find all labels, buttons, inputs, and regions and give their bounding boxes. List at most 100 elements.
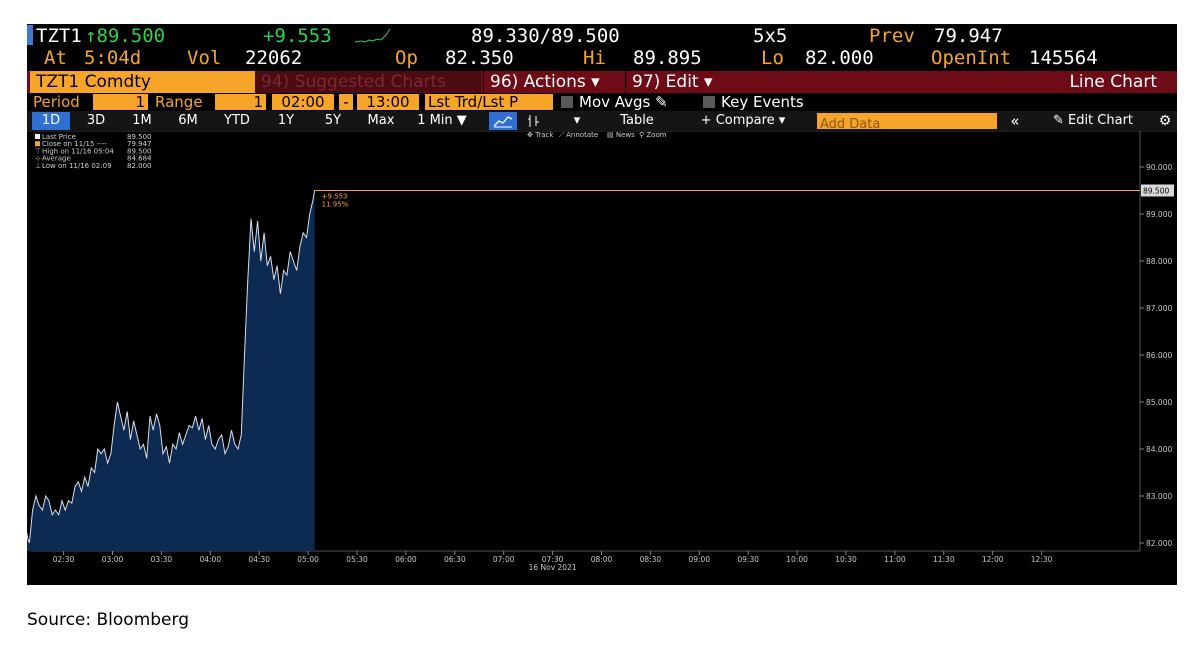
range-5y[interactable]: 5Y xyxy=(314,112,352,130)
chart-style-dropdown[interactable]: ▾ xyxy=(567,112,587,130)
x-tick-label: 06:00 xyxy=(395,555,417,564)
x-tick-label: 05:00 xyxy=(297,555,319,564)
x-tick-label: 02:30 xyxy=(53,555,75,564)
y-tick-label: 88.000 xyxy=(1146,257,1172,266)
y-tick-label: 89.000 xyxy=(1146,210,1172,219)
legend-swatch xyxy=(35,141,40,147)
x-tick-label: 11:30 xyxy=(933,555,955,564)
hi-value: 89.895 xyxy=(633,47,702,69)
security-field[interactable]: TZT1 Comdty xyxy=(30,71,255,93)
table-button[interactable]: Table xyxy=(597,112,677,130)
x-axis: 02:30 03:00 03:30 04:00 04:30 05:00 05:30 06:00… xyxy=(53,551,1053,572)
suggested-charts-menu[interactable]: 94) Suggested Charts xyxy=(255,71,481,93)
x-date-label: 16 Nov 2021 xyxy=(529,563,577,572)
range-ytd[interactable]: YTD xyxy=(215,112,259,130)
range-label: Range xyxy=(155,93,203,111)
hi-label: Hi xyxy=(583,47,606,69)
news-tool[interactable]: ▤ News xyxy=(607,131,635,139)
mov-avgs-toggle[interactable]: Mov Avgs ✎ xyxy=(561,93,668,111)
at-label: At xyxy=(44,47,67,69)
range-3d[interactable]: 3D xyxy=(77,112,115,130)
net-change: +9.553 xyxy=(263,25,332,47)
period-input[interactable]: 1 xyxy=(93,94,148,110)
legend-value: 82.000 xyxy=(127,162,152,170)
y-tick-label: 90.000 xyxy=(1146,163,1172,172)
gear-icon[interactable]: ⚙ xyxy=(1155,112,1175,130)
x-tick-label: 08:30 xyxy=(640,555,662,564)
legend-label: Low on 11/16 02:09 xyxy=(42,162,112,170)
y-tick-label: 86.000 xyxy=(1146,351,1172,360)
range-dash: - xyxy=(339,94,353,110)
price-area-fill xyxy=(27,190,315,551)
x-tick-label: 12:30 xyxy=(1031,555,1053,564)
x-tick-label: 12:00 xyxy=(982,555,1004,564)
interval-select[interactable]: 1 Min ▼ xyxy=(407,112,477,130)
openint-label: OpenInt xyxy=(931,47,1012,69)
x-tick-label: 09:30 xyxy=(737,555,759,564)
chart-annotation: +9.55311.95% xyxy=(322,193,349,209)
line-chart-icon[interactable] xyxy=(489,112,517,130)
change-annotation: +9.553 xyxy=(322,193,348,201)
y-tick-label: 85.000 xyxy=(1146,398,1172,407)
bid-ask: 89.330/89.500 xyxy=(471,25,620,47)
x-tick-label: 05:30 xyxy=(346,555,368,564)
x-tick-label: 06:30 xyxy=(444,555,466,564)
x-tick-label: 07:00 xyxy=(493,555,515,564)
end-time-input[interactable]: 13:00 xyxy=(357,94,419,110)
range-max[interactable]: Max xyxy=(359,112,403,130)
add-data-input[interactable]: Add Data xyxy=(817,113,997,132)
x-tick-label: 03:30 xyxy=(151,555,173,564)
sparkline-icon xyxy=(355,28,391,43)
lo-value: 82.000 xyxy=(805,47,874,69)
settings-row: Period 1 Range 1 02:00 - 13:00 Lst Trd/L… xyxy=(27,93,1177,111)
ticker[interactable]: TZT1 xyxy=(36,25,82,47)
collapse-icon[interactable]: « xyxy=(1003,112,1027,130)
ticker-marker xyxy=(27,25,33,45)
range-1y[interactable]: 1Y xyxy=(267,112,305,130)
range-1m[interactable]: 1M xyxy=(123,112,161,130)
chart-tools: ✥ Track ⟋ Annotate ▤ News ⚲ Zoom xyxy=(527,131,667,139)
price-chart[interactable]: ✥ Track ⟋ Annotate ▤ News ⚲ Zoom 82.0008… xyxy=(27,131,1177,585)
last-price: ↑89.500 xyxy=(85,25,166,47)
y-tick-label: 87.000 xyxy=(1146,304,1172,313)
zoom-tool[interactable]: ⚲ Zoom xyxy=(639,131,667,139)
annotate-tool[interactable]: ⟋ Annotate xyxy=(559,131,598,139)
track-tool[interactable]: ✥ Track xyxy=(527,131,554,139)
y-axis: 82.000 83.000 84.000 85.000 86.000 87.000 88.0… xyxy=(1140,163,1174,548)
lo-label: Lo xyxy=(761,47,784,69)
key-events-label: Key Events xyxy=(721,93,804,111)
range-6m[interactable]: 6M xyxy=(169,112,207,130)
stats-row: At 5:04d Vol 22062 Op 82.350 Hi 89.895 L… xyxy=(27,47,1177,71)
pencil-icon[interactable]: ✎ xyxy=(655,93,668,111)
x-tick-label: 03:00 xyxy=(102,555,124,564)
x-tick-label: 09:00 xyxy=(688,555,710,564)
x-tick-label: 08:00 xyxy=(591,555,613,564)
op-label: Op xyxy=(395,47,418,69)
quote-row: TZT1 ↑89.500 +9.553 89.330/89.500 5x5 Pr… xyxy=(27,24,1177,48)
start-time-input[interactable]: 02:00 xyxy=(272,94,334,110)
field-select[interactable]: Lst Trd/Lst P xyxy=(425,94,553,110)
x-tick-label: 04:30 xyxy=(248,555,270,564)
key-events-checkbox[interactable] xyxy=(703,96,715,108)
bar-chart-icon[interactable] xyxy=(521,112,547,130)
actions-menu[interactable]: 96) Actions ▾ xyxy=(483,71,623,93)
chart-type-label: Line Chart xyxy=(1069,72,1157,92)
compare-button[interactable]: + Compare ▾ xyxy=(683,112,803,130)
legend-marker-icon: ⊥ xyxy=(35,162,41,170)
openint-value: 145564 xyxy=(1029,47,1098,69)
at-time: 5:04d xyxy=(84,47,142,69)
add-data-placeholder: Add Data xyxy=(820,117,881,132)
y-tick-label: 83.000 xyxy=(1146,492,1172,501)
mov-avgs-checkbox[interactable] xyxy=(561,96,573,108)
y-tick-label: 82.000 xyxy=(1146,539,1172,548)
edit-chart-button[interactable]: ✎ Edit Chart xyxy=(1031,112,1155,130)
range-input[interactable]: 1 xyxy=(215,94,266,110)
x-tick-label: 04:00 xyxy=(199,555,221,564)
y-tick-label: 84.000 xyxy=(1146,445,1172,454)
op-value: 82.350 xyxy=(445,47,514,69)
key-events-toggle[interactable]: Key Events xyxy=(703,93,804,111)
source-caption: Source: Bloomberg xyxy=(27,610,189,630)
x-tick-label: 11:00 xyxy=(884,555,906,564)
range-1d[interactable]: 1D xyxy=(32,112,70,130)
edit-menu[interactable]: 97) Edit ▾ xyxy=(625,71,735,93)
